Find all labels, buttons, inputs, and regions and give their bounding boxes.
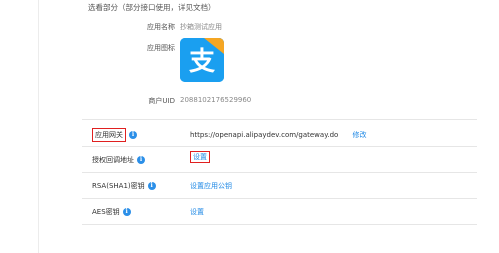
divider <box>82 119 477 120</box>
divider <box>82 172 477 173</box>
aes-key-label-row: AES密钥 i <box>92 207 131 217</box>
rsa-key-value-row: 设置应用公钥 <box>190 181 232 191</box>
alipay-logo-icon-graphic: 支 <box>180 38 224 82</box>
app-icon-glyph: 支 <box>189 47 215 77</box>
info-circle-icon[interactable]: i <box>147 182 156 190</box>
info-circle-icon[interactable]: i <box>122 208 131 216</box>
rsa-key-label-row: RSA(SHA1)密钥 i <box>92 181 156 191</box>
aes-key-value-row: 设置 <box>190 207 204 217</box>
left-panel-border <box>38 0 39 253</box>
rsa-key-label: RSA(SHA1)密钥 <box>92 182 145 190</box>
set-aes-key-link[interactable]: 设置 <box>190 208 204 216</box>
app-name-label: 应用名称 <box>147 23 175 31</box>
app-gateway-url: https://openapi.alipaydev.com/gateway.do <box>190 131 339 139</box>
optional-note: 选看部分（部分接口使用，详见文档） <box>88 3 216 12</box>
divider <box>82 146 477 147</box>
info-circle-icon[interactable]: i <box>137 156 145 164</box>
callback-label-row: 授权回调地址 i <box>92 155 145 165</box>
set-app-public-key-link[interactable]: 设置应用公钥 <box>190 182 232 190</box>
set-callback-link[interactable]: 设置 <box>190 151 210 163</box>
app-gateway-label-row: 应用网关 i <box>92 128 137 142</box>
edit-gateway-link[interactable]: 修改 <box>353 131 367 139</box>
info-circle-icon[interactable]: i <box>129 131 137 139</box>
app-name-value: 抄箱测试应用 <box>180 23 222 31</box>
divider <box>82 198 477 199</box>
app-gateway-value-row: https://openapi.alipaydev.com/gateway.do… <box>190 130 367 140</box>
aes-key-label: AES密钥 <box>92 208 120 216</box>
callback-value-row: 设置 <box>190 151 210 163</box>
callback-url-label: 授权回调地址 <box>92 156 134 164</box>
app-gateway-label: 应用网关 <box>92 128 126 142</box>
app-icon-label: 应用图标 <box>147 44 175 52</box>
merchant-uid-value: 2088102176529960 <box>180 96 252 104</box>
alipay-logo-icon: 支 <box>180 38 224 82</box>
divider <box>82 224 477 225</box>
merchant-uid-label: 商户UID <box>148 97 175 105</box>
